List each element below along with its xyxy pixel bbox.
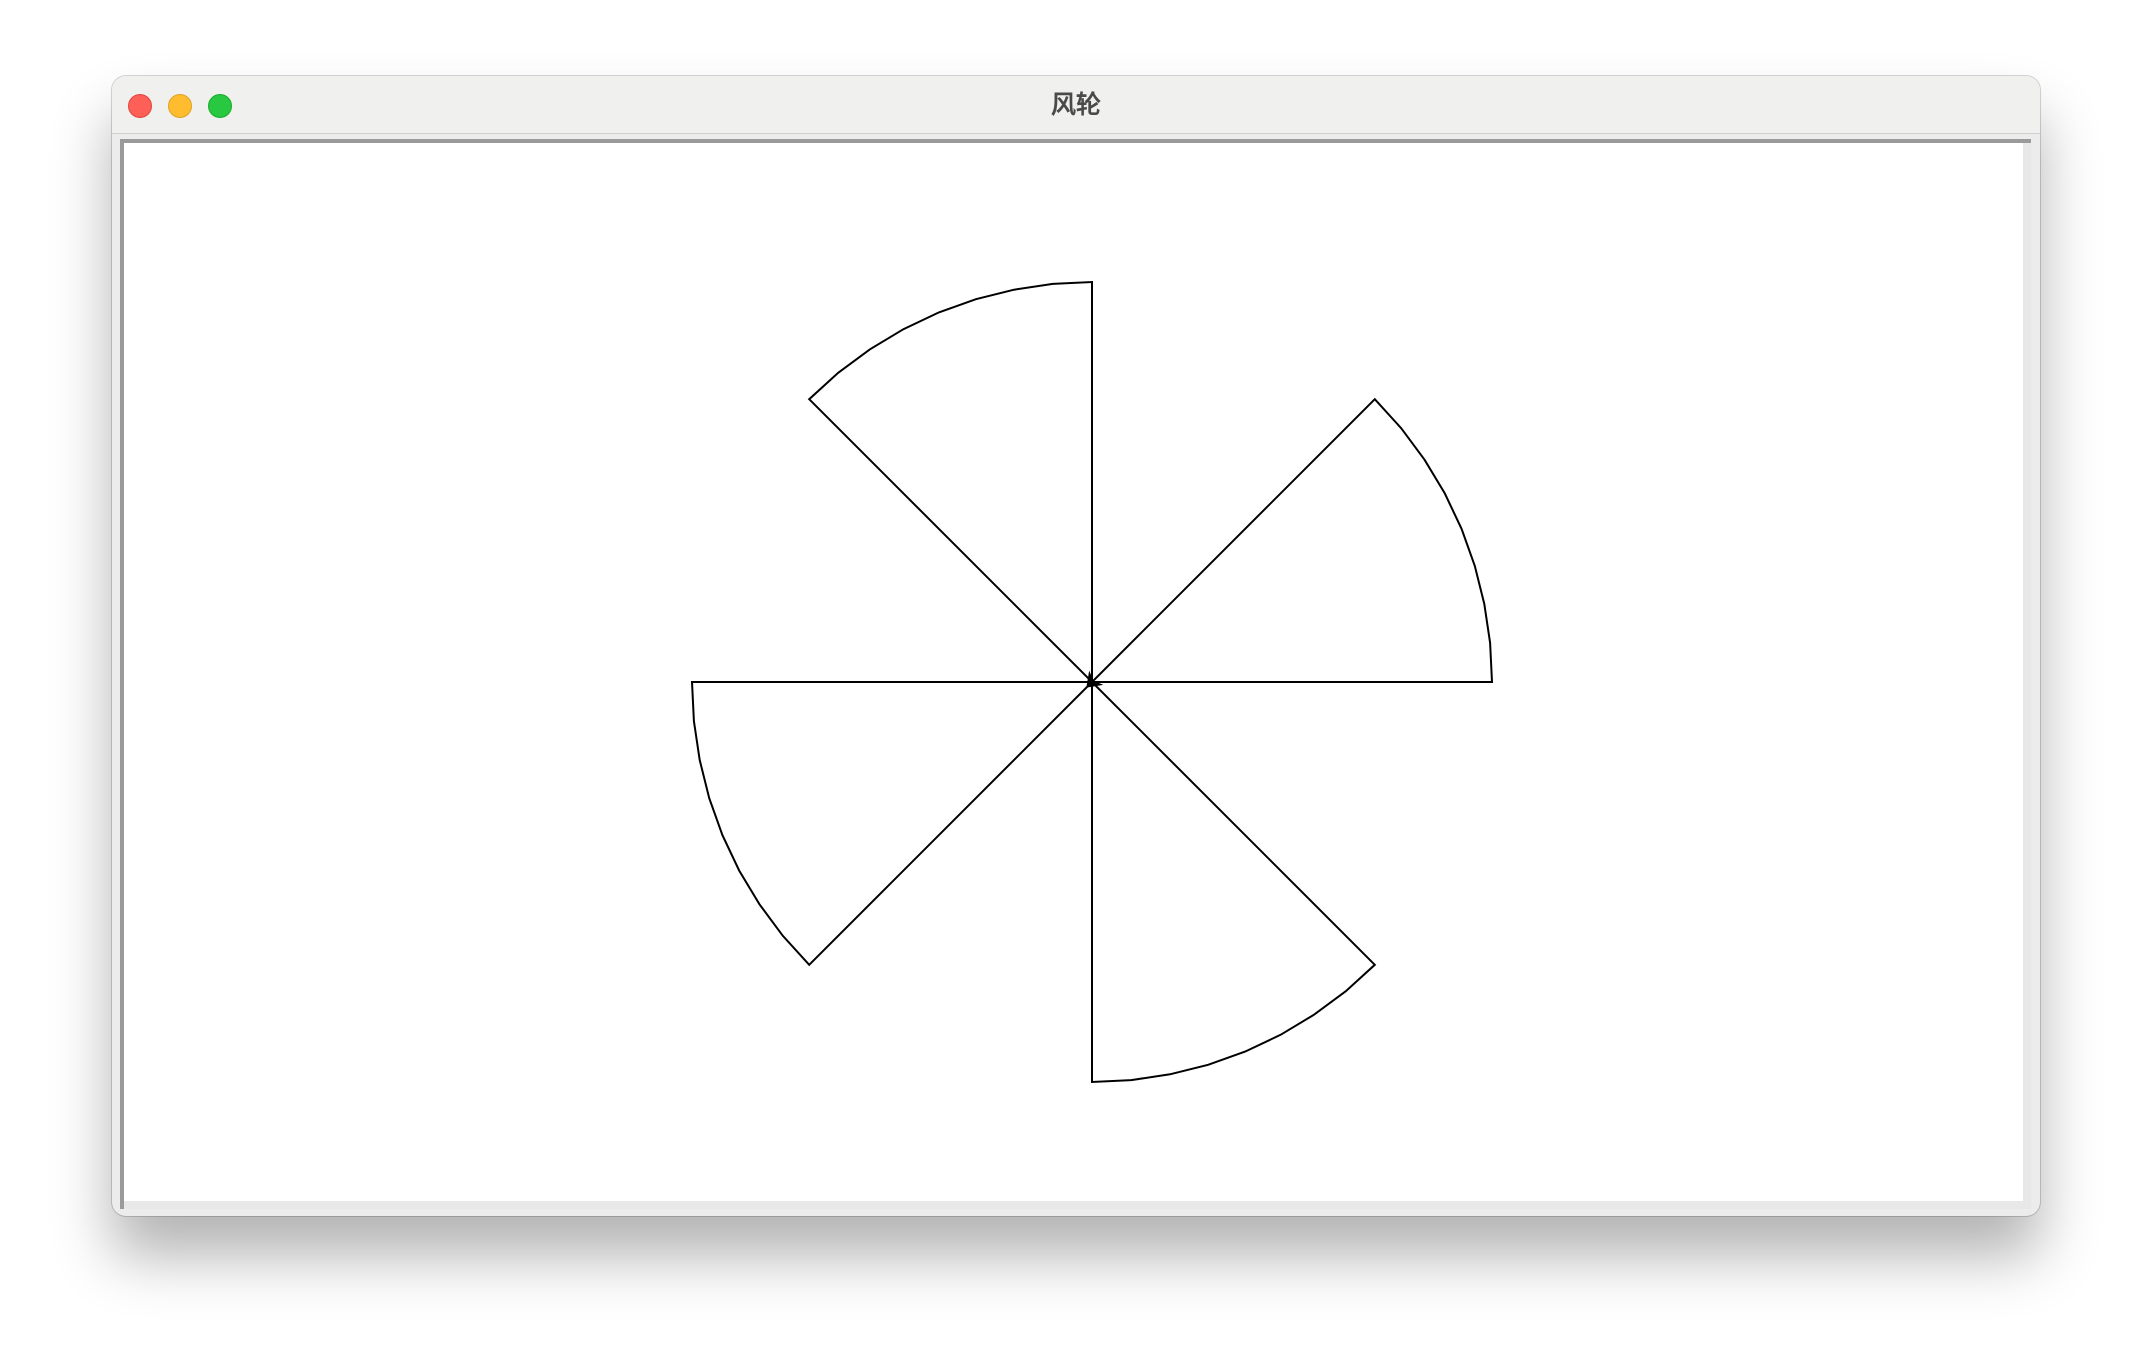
pinwheel-blade [1089,397,1494,683]
canvas-frame [120,139,2031,1209]
drawing-canvas[interactable] [124,143,2023,1201]
pinwheel-blade [690,681,1095,967]
pinwheel-blade [807,280,1093,685]
pinwheel-drawing [690,280,1494,1084]
pinwheel-blade [1091,679,1377,1084]
window-title: 风轮 [1050,90,1101,119]
app-window: 风轮 [112,76,2040,1216]
title-bar[interactable]: 风轮 [112,76,2040,134]
